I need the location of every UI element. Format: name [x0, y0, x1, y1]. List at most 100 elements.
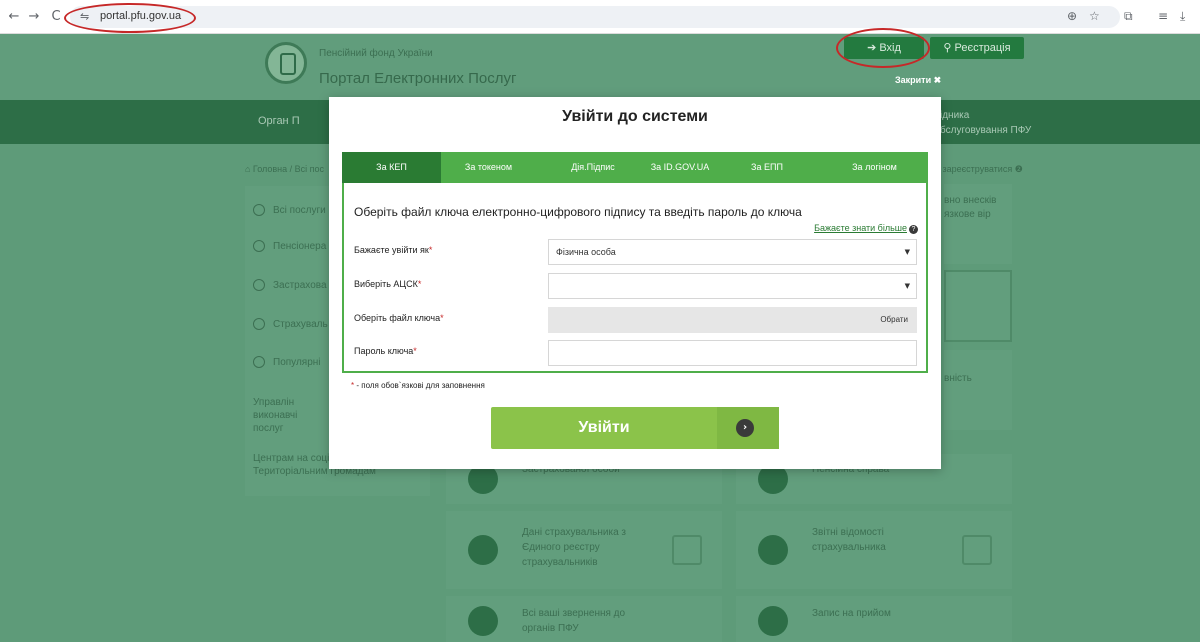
register-hint[interactable]: к зареєструватися ❷	[936, 164, 1023, 175]
acsk-select[interactable]: ▼	[548, 273, 917, 299]
service-card[interactable]: вність	[944, 350, 1012, 430]
lens-icon[interactable]: ⊕	[1067, 9, 1077, 23]
required-star: *	[428, 245, 433, 255]
browser-toolbar: ← → C ⇋ portal.pfu.gov.ua ⊕ ☆ ⧉ ≡ ⤓	[0, 0, 1200, 34]
close-modal-link[interactable]: Закрити ✖	[895, 75, 941, 86]
kep-form-panel: Оберіть файл ключа електронно-цифрового …	[342, 183, 928, 373]
key-password-label-text: Пароль ключа	[354, 346, 414, 356]
learn-more-label: Бажаєте знати більше	[814, 223, 907, 233]
form-heading: Оберіть файл ключа електронно-цифрового …	[354, 205, 802, 219]
nav-item-organ[interactable]: Орган П	[258, 115, 300, 127]
menu-icon[interactable]: ≡	[1158, 9, 1168, 23]
login-submit-button[interactable]: Увійти ›	[491, 407, 779, 449]
key-password-label: Пароль ключа*	[354, 346, 417, 356]
nav-item-service-line1: ідника	[940, 110, 970, 121]
service-card[interactable]: Дані страхувальника з Єдиного реєстру ст…	[446, 511, 722, 589]
login-as-select[interactable]: Фізична особа ▼	[548, 239, 917, 265]
service-card[interactable]	[944, 270, 1012, 342]
login-as-label-text: Бажаєте увійти як	[354, 245, 429, 255]
service-icon	[758, 535, 788, 565]
chevron-down-icon: ▼	[904, 248, 910, 256]
tab-kep[interactable]: За КЕП	[342, 152, 441, 183]
choose-file-button[interactable]: Обрати	[880, 308, 908, 332]
service-card[interactable]: вно внесків язкове вір	[944, 184, 1012, 264]
download-icon[interactable]: ⤓	[1180, 9, 1185, 24]
chevron-down-icon: ▼	[904, 282, 910, 290]
sidebar-item-label: Управлін виконавчі послуг	[253, 397, 298, 434]
modal-title: Увійти до системи	[562, 108, 708, 125]
required-star: *	[413, 346, 417, 356]
tab-epp[interactable]: За ЕПП	[727, 152, 807, 183]
shield-icon	[672, 535, 702, 565]
tab-token[interactable]: За токеном	[441, 152, 536, 183]
required-fields-note: * - поля обов`язкові для заповнення	[351, 381, 485, 390]
login-as-label: Бажаєте увійти як*	[354, 245, 432, 255]
card-icon	[253, 279, 265, 292]
forward-icon[interactable]: →	[26, 9, 42, 25]
nav-item-service-line2: бслуговування ПФУ	[940, 125, 1032, 136]
sidebar-item-label: Страхуваль	[273, 319, 328, 330]
breadcrumb[interactable]: ⌂ Головна / Всі пос	[245, 164, 324, 174]
back-icon[interactable]: ←	[6, 9, 22, 25]
service-card[interactable]: Звітні відомості страхувальника	[736, 511, 1012, 589]
tab-id-gov[interactable]: За ID.GOV.UA	[640, 152, 720, 183]
sidebar-item-label: Пенсіонера	[273, 241, 327, 252]
sidebar-item-popular[interactable]: Популярні	[253, 356, 321, 369]
service-card[interactable]: Всі ваші звернення до органів ПФУ	[446, 596, 722, 642]
url-highlight-annotation	[64, 3, 196, 33]
extensions-icon[interactable]: ⧉	[1124, 9, 1133, 24]
service-icon	[758, 606, 788, 636]
sidebar-item-label: Застрахова	[273, 280, 327, 291]
submit-arrow-zone[interactable]: ›	[717, 407, 779, 449]
service-card[interactable]: Запис на прийом	[736, 596, 1012, 642]
service-card-text: вність	[944, 373, 972, 384]
login-modal: Увійти до системи За КЕП За токеном Дія.…	[329, 97, 941, 469]
key-file-input[interactable]: Обрати	[548, 307, 917, 333]
grid-icon	[253, 204, 265, 217]
arrow-right-icon: ›	[736, 419, 754, 437]
pfu-logo-icon	[265, 42, 307, 84]
acsk-label: Виберіть АЦСК*	[354, 279, 421, 289]
submit-label: Увійти	[578, 419, 630, 436]
service-icon	[468, 535, 498, 565]
document-icon	[962, 535, 992, 565]
service-card-text: Всі ваші звернення до органів ПФУ	[522, 608, 626, 634]
required-star: *	[440, 313, 444, 323]
learn-more-link[interactable]: Бажаєте знати більше?	[814, 223, 918, 234]
help-icon: ?	[909, 225, 918, 234]
reload-icon[interactable]: C	[48, 9, 64, 25]
site-header: Пенсійний фонд України Портал Електронни…	[0, 28, 1200, 100]
acsk-label-text: Виберіть АЦСК	[354, 279, 418, 289]
sidebar-item-label: Популярні	[273, 357, 321, 368]
nav-item-service[interactable]: ідника бслуговування ПФУ	[940, 108, 1031, 138]
login-highlight-annotation	[836, 28, 930, 68]
service-card-text: Звітні відомості страхувальника	[812, 527, 886, 553]
sidebar-item-all[interactable]: Всі послуги	[253, 204, 326, 217]
tab-diia[interactable]: Дія.Підпис	[550, 152, 636, 183]
sidebar-item-insured[interactable]: Застрахова	[253, 279, 327, 292]
key-password-input[interactable]	[548, 340, 917, 366]
login-as-value: Фізична особа	[556, 247, 616, 257]
sidebar-item-pensioner[interactable]: Пенсіонера	[253, 240, 326, 253]
service-card-text: Дані страхувальника з Єдиного реєстру ст…	[522, 527, 626, 568]
service-card-text: вно внесків язкове вір	[944, 195, 997, 220]
register-button[interactable]: ⚲ Реєстрація	[930, 37, 1024, 59]
bookmark-star-icon[interactable]: ☆	[1089, 9, 1100, 23]
user-icon	[253, 240, 265, 253]
portal-title: Портал Електронних Послуг	[319, 70, 517, 87]
key-file-label: Оберіть файл ключа*	[354, 313, 444, 323]
sidebar-item-insurer[interactable]: Страхуваль	[253, 318, 328, 331]
org-name: Пенсійний фонд України	[319, 48, 433, 59]
sidebar-item-label: Всі послуги	[273, 205, 326, 216]
required-star: *	[417, 279, 422, 289]
sidebar-item-executive[interactable]: Управлін виконавчі послуг	[253, 396, 313, 435]
service-icon	[468, 606, 498, 636]
info-icon	[253, 318, 265, 331]
address-bar[interactable]: ⇋ portal.pfu.gov.ua	[70, 6, 1120, 28]
tab-login[interactable]: За логіном	[827, 152, 922, 183]
login-method-tabs: За КЕП За токеном Дія.Підпис За ID.GOV.U…	[342, 152, 928, 183]
required-note-text: - поля обов`язкові для заповнення	[354, 381, 485, 390]
service-card-text: Запис на прийом	[812, 608, 891, 619]
star-icon	[253, 356, 265, 369]
key-file-label-text: Оберіть файл ключа	[354, 313, 441, 323]
